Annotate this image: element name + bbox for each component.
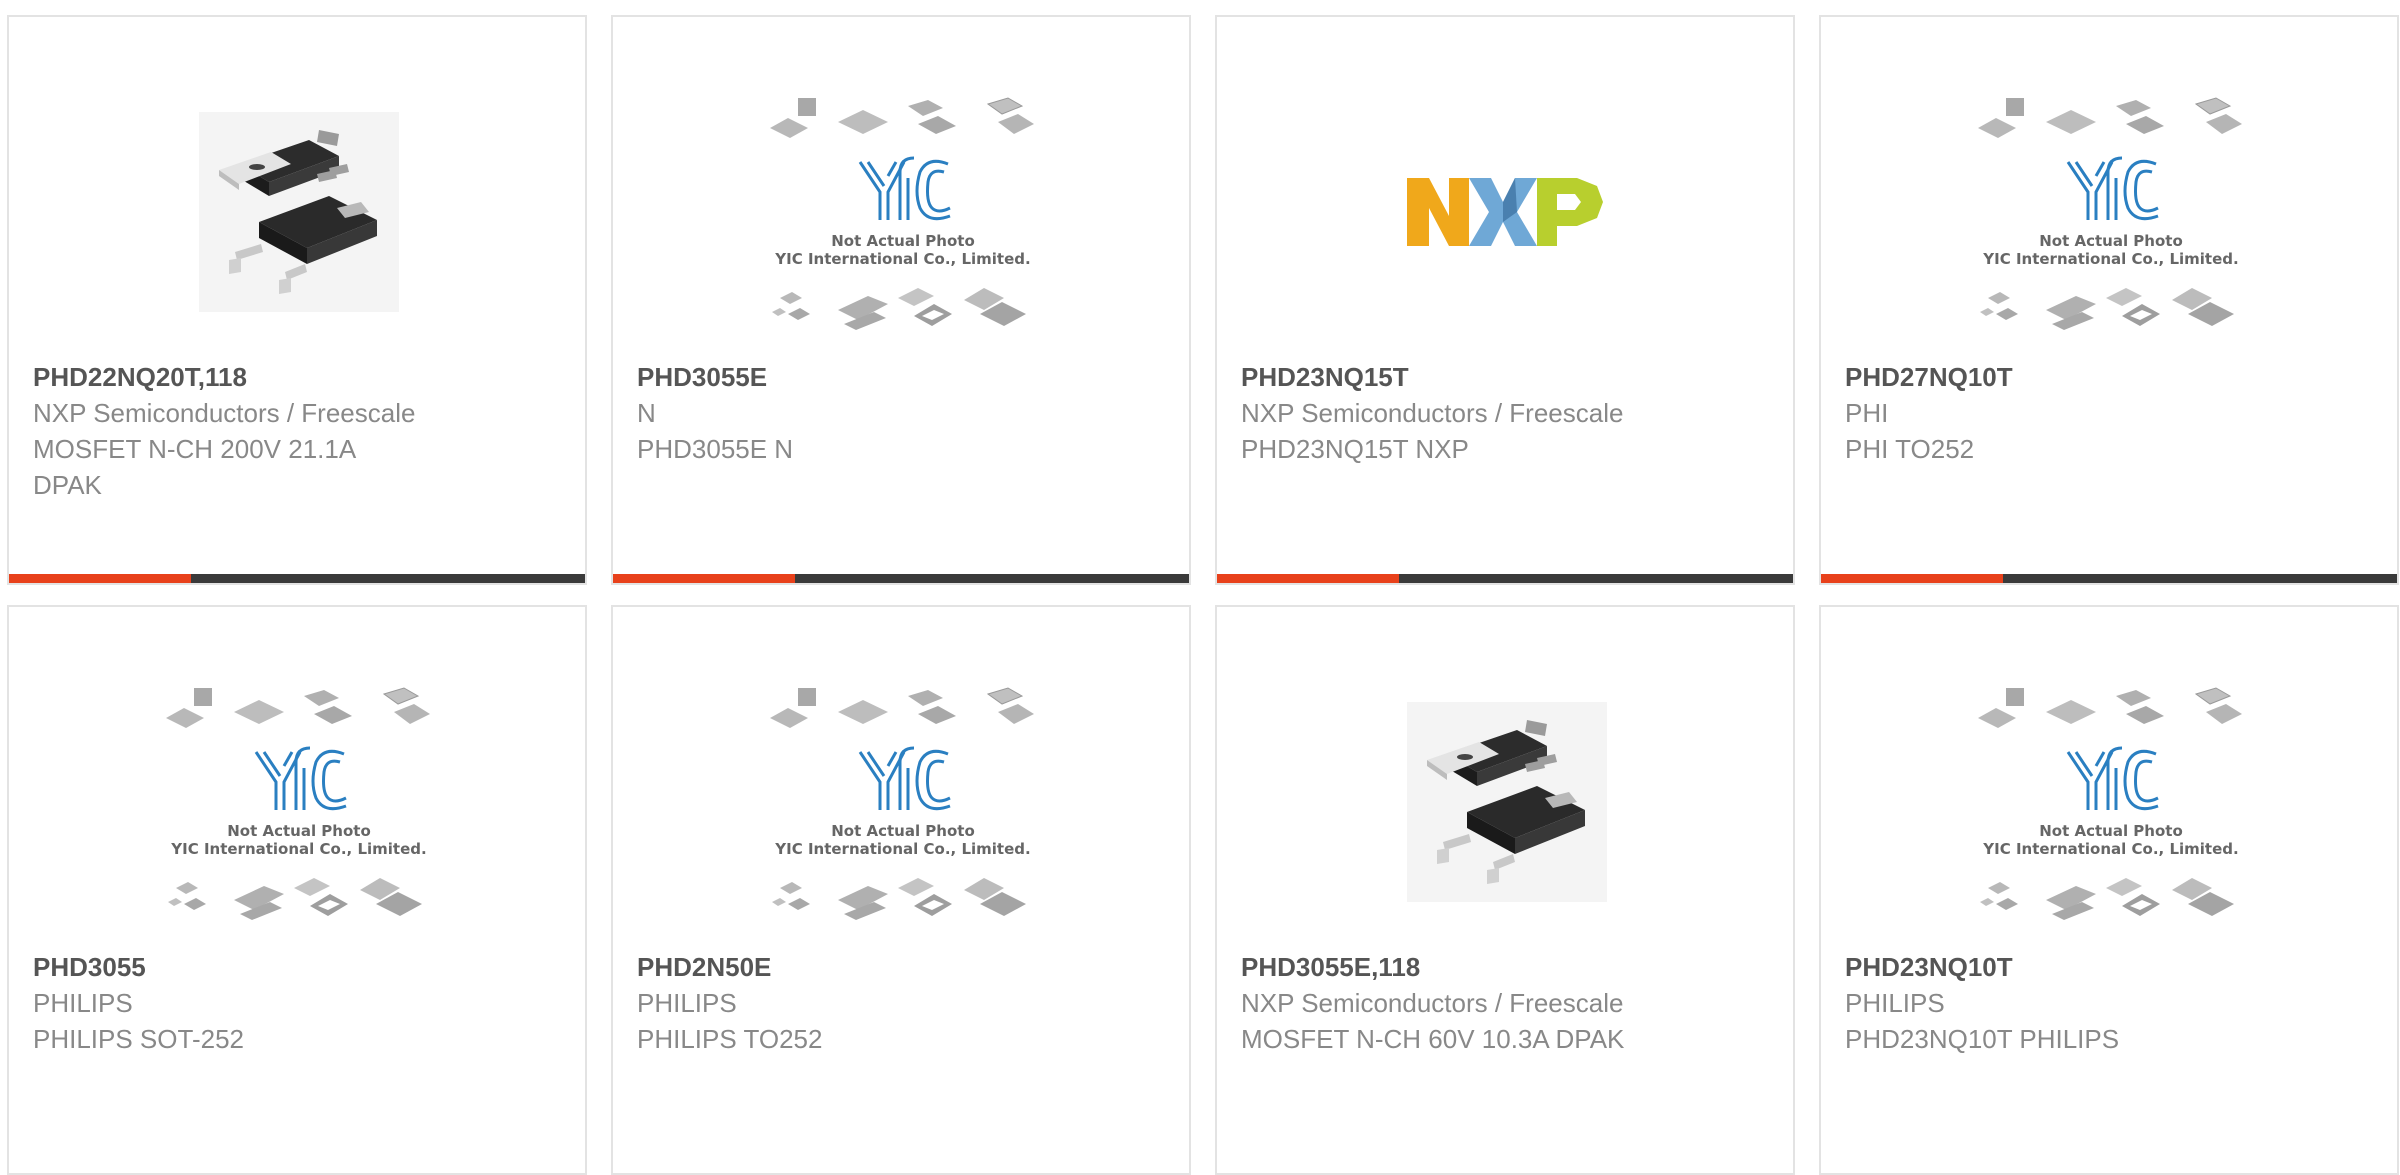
part-number-link[interactable]: PHD2N50E	[637, 949, 1165, 985]
product-info: PHD3055 PHILIPS PHILIPS SOT-252	[33, 949, 561, 1057]
yic-placeholder-image: Not Actual Photo YIC International Co., …	[770, 687, 1034, 920]
placeholder-caption-2: YIC International Co., Limited.	[774, 250, 1030, 268]
nxp-logo	[1407, 178, 1603, 246]
product-card[interactable]: PHD22NQ20T,118 NXP Semiconductors / Frees…	[7, 15, 587, 585]
product-info: PHD23NQ10T PHILIPS PHD23NQ10T PHILIPS	[1845, 949, 2373, 1057]
description-label: PHILIPS SOT-252	[33, 1024, 244, 1054]
description-label-2: DPAK	[33, 470, 102, 500]
part-number-link[interactable]: PHD3055E	[637, 359, 1165, 395]
product-info: PHD3055E N PHD3055E N	[637, 359, 1165, 467]
product-card[interactable]: PHD23NQ15T NXP Semiconductors / Freescale…	[1215, 15, 1795, 585]
part-number-link[interactable]: PHD3055E,118	[1241, 949, 1769, 985]
manufacturer-label: PHILIPS	[637, 988, 737, 1018]
product-info: PHD22NQ20T,118 NXP Semiconductors / Frees…	[33, 359, 561, 503]
product-info: PHD3055E,118 NXP Semiconductors / Freesca…	[1241, 949, 1769, 1057]
card-hover-bar-accent	[1821, 574, 2003, 583]
description-label: MOSFET N-CH 60V 10.3A DPAK	[1241, 1024, 1625, 1054]
card-hover-bar-accent	[613, 574, 795, 583]
manufacturer-label: NXP Semiconductors / Freescale	[1241, 988, 1624, 1018]
card-hover-bar	[1821, 574, 2397, 583]
placeholder-caption-2: YIC International Co., Limited.	[1982, 250, 2238, 268]
card-hover-bar	[1217, 574, 1793, 583]
part-number-link[interactable]: PHD23NQ15T	[1241, 359, 1769, 395]
part-number-link[interactable]: PHD23NQ10T	[1845, 949, 2373, 985]
product-image[interactable]	[159, 87, 439, 337]
description-label: MOSFET N-CH 200V 21.1A	[33, 434, 357, 464]
description-label: PHD3055E N	[637, 434, 794, 464]
product-image[interactable]: Not Actual Photo YIC International Co., …	[1971, 677, 2251, 927]
description-label: PHD23NQ15T NXP	[1241, 434, 1469, 464]
manufacturer-label: PHI	[1845, 398, 1889, 428]
placeholder-caption-2: YIC International Co., Limited.	[774, 840, 1030, 858]
product-info: PHD23NQ15T NXP Semiconductors / Freescale…	[1241, 359, 1769, 467]
product-image[interactable]: Not Actual Photo YIC International Co., …	[1971, 87, 2251, 337]
placeholder-caption-2: YIC International Co., Limited.	[1982, 840, 2238, 858]
yic-placeholder-image: Not Actual Photo YIC International Co., …	[1978, 97, 2242, 330]
product-card[interactable]: Not Actual Photo YIC International Co., …	[1819, 605, 2399, 1175]
product-card[interactable]: Not Actual Photo YIC International Co., …	[611, 605, 1191, 1175]
dpak-package-image	[199, 112, 399, 312]
card-hover-bar-accent	[9, 574, 191, 583]
product-image[interactable]	[1367, 87, 1647, 337]
product-info: PHD2N50E PHILIPS PHILIPS TO252	[637, 949, 1165, 1057]
manufacturer-label: NXP Semiconductors / Freescale	[1241, 398, 1624, 428]
description-label: PHD23NQ10T PHILIPS	[1845, 1024, 2120, 1054]
part-number-link[interactable]: PHD22NQ20T,118	[33, 359, 561, 395]
placeholder-caption-1: Not Actual Photo	[2039, 232, 2183, 250]
placeholder-caption-2: YIC International Co., Limited.	[170, 840, 426, 858]
product-image[interactable]: Not Actual Photo YIC International Co., …	[159, 677, 439, 927]
placeholder-caption-1: Not Actual Photo	[2039, 822, 2183, 840]
placeholder-caption-1: Not Actual Photo	[831, 232, 975, 250]
dpak-package-image	[1407, 702, 1607, 902]
product-info: PHD27NQ10T PHI PHI TO252	[1845, 359, 2373, 467]
product-image[interactable]: Not Actual Photo YIC International Co., …	[763, 87, 1043, 337]
manufacturer-label: PHILIPS	[33, 988, 133, 1018]
yic-placeholder-image: Not Actual Photo YIC International Co., …	[1978, 687, 2242, 920]
card-hover-bar	[613, 574, 1189, 583]
product-card[interactable]: PHD3055E,118 NXP Semiconductors / Freesca…	[1215, 605, 1795, 1175]
product-image[interactable]: Not Actual Photo YIC International Co., …	[763, 677, 1043, 927]
part-number-link[interactable]: PHD27NQ10T	[1845, 359, 2373, 395]
product-grid: PHD22NQ20T,118 NXP Semiconductors / Frees…	[7, 15, 2399, 1175]
manufacturer-label: PHILIPS	[1845, 988, 1945, 1018]
product-card[interactable]: Not Actual Photo YIC International Co., …	[611, 15, 1191, 585]
product-image[interactable]	[1367, 677, 1647, 927]
manufacturer-label: NXP Semiconductors / Freescale	[33, 398, 416, 428]
card-hover-bar-accent	[1217, 574, 1399, 583]
placeholder-caption-1: Not Actual Photo	[831, 822, 975, 840]
part-number-link[interactable]: PHD3055	[33, 949, 561, 985]
yic-placeholder-image: Not Actual Photo YIC International Co., …	[166, 687, 430, 920]
description-label: PHILIPS TO252	[637, 1024, 823, 1054]
placeholder-caption-1: Not Actual Photo	[227, 822, 371, 840]
manufacturer-label: N	[637, 398, 656, 428]
card-hover-bar	[9, 574, 585, 583]
product-card[interactable]: Not Actual Photo YIC International Co., …	[1819, 15, 2399, 585]
yic-placeholder-image: Not Actual Photo YIC International Co., …	[770, 97, 1034, 330]
description-label: PHI TO252	[1845, 434, 1975, 464]
product-card[interactable]: Not Actual Photo YIC International Co., …	[7, 605, 587, 1175]
